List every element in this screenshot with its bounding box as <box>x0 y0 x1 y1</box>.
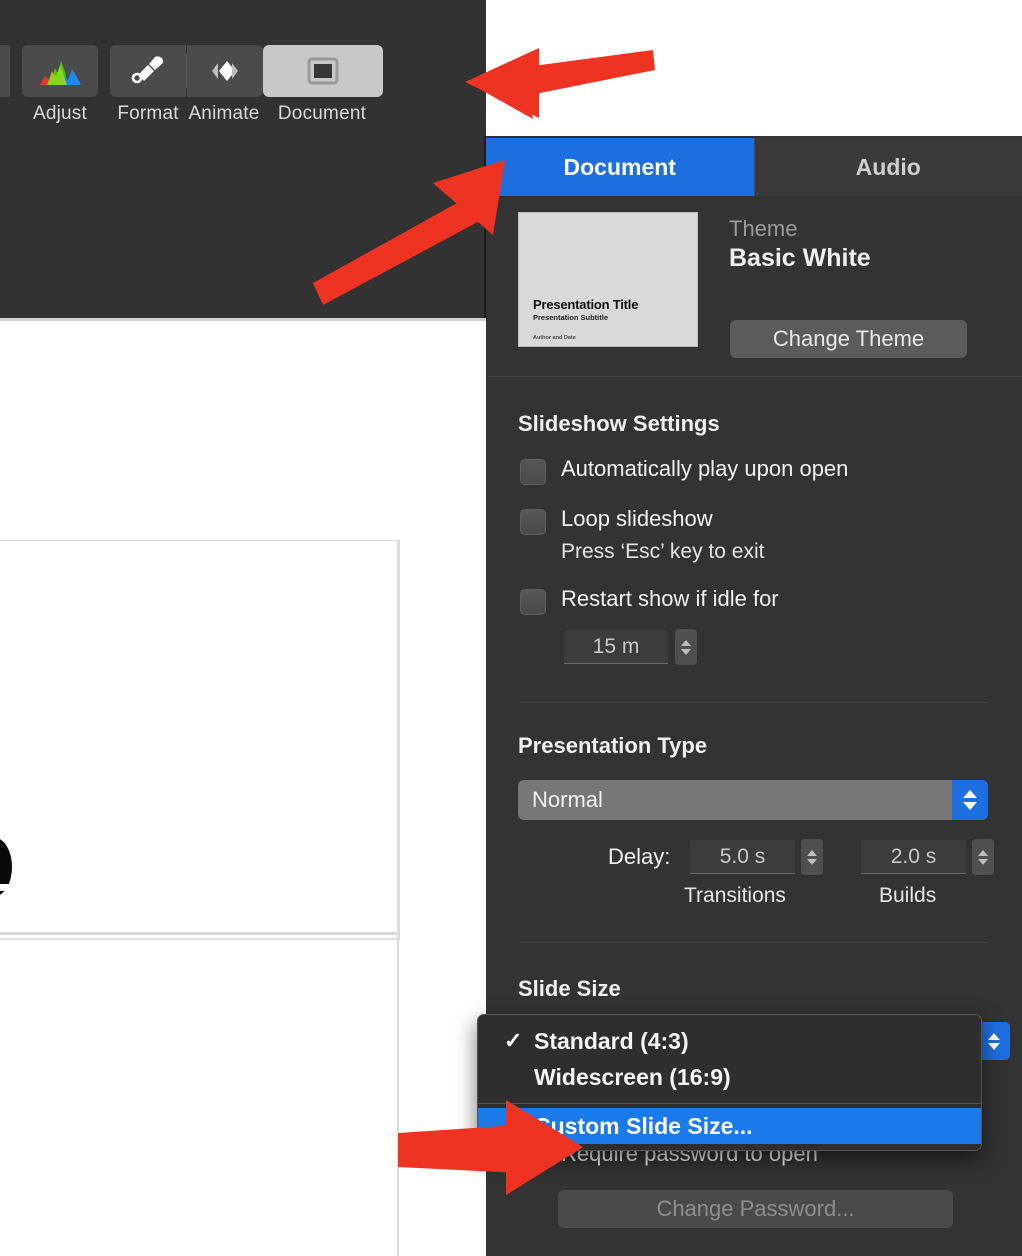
delay-label: Delay: <box>608 844 671 869</box>
paintbrush-icon <box>129 54 167 88</box>
canvas-horizontal-rule <box>0 932 399 935</box>
thumbnail-title: Presentation Title <box>533 297 639 312</box>
menu-item-standard-4-3[interactable]: ✓ Standard (4:3) <box>478 1023 981 1059</box>
checkmark-icon: ✓ <box>504 1028 523 1053</box>
thumbnail-author: Author and Date <box>533 335 576 341</box>
idle-duration-value: 15 m <box>592 634 640 658</box>
inspector-toolbar-labels: Adjust Format Animate Document <box>0 100 382 128</box>
loop-hint-label: Press ‘Esc’ key to exit <box>561 540 765 563</box>
histogram-icon <box>38 58 82 85</box>
section-divider-3 <box>520 942 988 943</box>
toolbar-button-document[interactable] <box>263 45 383 97</box>
toolbar-label-document: Document <box>277 103 367 124</box>
presentation-type-popup[interactable]: Normal <box>518 780 988 820</box>
presentation-type-title: Presentation Type <box>518 733 708 758</box>
idle-duration-field[interactable]: 15 m <box>564 630 668 664</box>
idle-duration-stepper[interactable] <box>675 629 697 665</box>
tab-document-label: Document <box>563 153 676 180</box>
loop-slideshow-label: Loop slideshow <box>561 506 713 531</box>
presentation-type-stepper-icon[interactable] <box>952 780 988 820</box>
slide-size-title: Slide Size <box>518 976 621 1001</box>
toolbar-button-adjust[interactable] <box>22 45 98 97</box>
transitions-label: Transitions <box>684 884 786 907</box>
section-divider-1 <box>486 376 1022 377</box>
loop-slideshow-checkbox[interactable] <box>520 509 546 535</box>
arrow-to-custom-slide-size <box>398 1100 583 1195</box>
auto-play-label: Automatically play upon open <box>561 456 849 481</box>
menu-item-widescreen-16-9[interactable]: Widescreen (16:9) <box>478 1059 981 1095</box>
diamond-icon <box>204 56 246 86</box>
menu-item-standard-label: Standard (4:3) <box>534 1027 689 1054</box>
section-divider-2 <box>520 702 988 703</box>
transitions-delay-value: 5.0 s <box>719 844 766 868</box>
app-window: Adjust Format Animate Document Document … <box>0 0 1022 1256</box>
theme-section: Presentation Title Presentation Subtitle… <box>486 196 1022 376</box>
thumbnail-subtitle: Presentation Subtitle <box>533 313 609 322</box>
inspector-tabs: Document Audio <box>486 138 1022 196</box>
theme-section-label: Theme <box>729 216 798 241</box>
theme-thumbnail[interactable]: Presentation Title Presentation Subtitle… <box>518 212 698 347</box>
toolbar-label-animate: Animate <box>188 103 260 124</box>
arrow-to-document-tab <box>313 160 505 305</box>
document-icon <box>306 56 340 86</box>
canvas-horizontal-rule-2 <box>0 938 399 940</box>
inspector-toolbar: Adjust Format Animate Document <box>0 0 486 136</box>
tab-audio[interactable]: Audio <box>754 138 1022 196</box>
change-theme-button[interactable]: Change Theme <box>730 320 967 358</box>
transitions-delay-stepper[interactable] <box>801 839 823 875</box>
change-theme-label: Change Theme <box>772 326 925 351</box>
toolbar-label-format: Format <box>117 103 179 124</box>
presentation-type-value: Normal <box>532 787 603 812</box>
restart-idle-checkbox[interactable] <box>520 589 546 615</box>
toolbar-button-format[interactable] <box>110 45 186 97</box>
tab-audio-label: Audio <box>855 153 921 180</box>
builds-delay-value: 2.0 s <box>890 844 937 868</box>
canvas-top-rule <box>0 318 486 321</box>
slide-text-glyph-notch <box>0 884 12 891</box>
transitions-delay-field[interactable]: 5.0 s <box>690 840 795 874</box>
builds-delay-field[interactable]: 2.0 s <box>861 840 966 874</box>
restart-idle-label: Restart show if idle for <box>561 586 779 611</box>
menu-item-widescreen-label: Widescreen (16:9) <box>534 1063 731 1090</box>
inspector-toolbar-buttons <box>0 45 383 97</box>
slide-size-popup-stepper[interactable] <box>978 1022 1010 1060</box>
toolbar-button-partial-left[interactable] <box>0 45 10 97</box>
auto-play-checkbox[interactable] <box>520 459 546 485</box>
toolbar-label-adjust: Adjust <box>32 103 87 124</box>
builds-delay-stepper[interactable] <box>972 839 994 875</box>
theme-name: Basic White <box>729 244 871 272</box>
arrow-to-document-button <box>465 48 655 119</box>
slideshow-settings-title: Slideshow Settings <box>518 411 720 436</box>
builds-label: Builds <box>879 884 937 907</box>
slide-editing-area[interactable] <box>0 540 400 940</box>
tab-document[interactable]: Document <box>486 138 754 196</box>
toolbar-button-animate[interactable] <box>187 45 263 97</box>
